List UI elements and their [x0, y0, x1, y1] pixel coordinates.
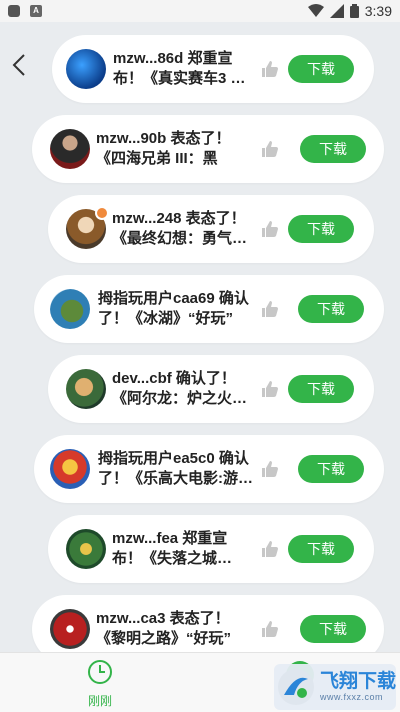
feed-card[interactable]: mzw...248 表态了！《最终幻想：勇气… 下载 — [48, 195, 374, 263]
thumbs-up-icon[interactable] — [260, 59, 280, 79]
wifi-icon — [307, 4, 324, 17]
notification-icon — [8, 5, 20, 17]
watermark: 飞翔下载 www.fxxz.com — [274, 664, 396, 710]
feed-card[interactable]: mzw...ca3 表态了！《黎明之路》“好玩” 下载 — [32, 595, 384, 652]
feed-text: mzw...ca3 表态了！《黎明之路》“好玩” — [96, 610, 232, 647]
download-button[interactable]: 下载 — [288, 55, 354, 83]
game-avatar-real-racing — [66, 49, 106, 89]
tab-recent-label: 刚刚 — [87, 694, 112, 708]
download-button[interactable]: 下载 — [288, 375, 354, 403]
thumbs-up-icon[interactable] — [260, 459, 280, 479]
feed-text: mzw...86d 郑重宣布！《真实赛车3 … — [113, 50, 246, 87]
game-avatar-dawn-road — [50, 609, 90, 649]
download-button[interactable]: 下载 — [288, 535, 354, 563]
feed-text: 拇指玩用户ea5c0 确认了！《乐高大电影:游… — [98, 450, 253, 487]
feed-card[interactable]: mzw...fea 郑重宣布！《失落之城… 下载 — [48, 515, 374, 583]
game-avatar-ice-lakes — [50, 289, 90, 329]
game-avatar-lost-city — [66, 529, 106, 569]
download-button[interactable]: 下载 — [288, 215, 354, 243]
feed-card[interactable]: 拇指玩用户ea5c0 确认了！《乐高大电影:游… 下载 — [34, 435, 384, 503]
watermark-text: 飞翔下载 www.fxxz.com — [320, 671, 397, 703]
signal-icon — [329, 4, 344, 18]
feed-card[interactable]: 拇指玩用户caa69 确认了！《冰湖》“好玩” 下载 — [34, 275, 384, 343]
feed-card[interactable]: dev...cbf 确认了！《阿尔龙：炉之火… 下载 — [48, 355, 374, 423]
feed-text: mzw...fea 郑重宣布！《失落之城… — [112, 530, 233, 567]
tab-recent[interactable]: 刚刚 — [80, 659, 120, 709]
download-button[interactable]: 下载 — [298, 295, 364, 323]
feed-card[interactable]: mzw...90b 表态了！《四海兄弟 III：黑帮… 下载 — [32, 115, 384, 183]
thumbs-up-icon[interactable] — [260, 219, 280, 239]
gift-badge-icon — [95, 206, 109, 220]
app-notification-icon: A — [30, 5, 42, 17]
download-button[interactable]: 下载 — [300, 615, 366, 643]
thumbs-up-icon[interactable] — [260, 299, 280, 319]
game-avatar-aralon — [66, 369, 106, 409]
activity-feed[interactable]: mzw...86d 郑重宣布！《真实赛车3 … 下载 mzw...90b 表态了… — [0, 22, 400, 652]
thumbs-up-icon[interactable] — [260, 379, 280, 399]
feed-text: mzw...90b 表态了！《四海兄弟 III：黑帮… — [96, 130, 231, 167]
download-button[interactable]: 下载 — [298, 455, 364, 483]
download-button[interactable]: 下载 — [300, 135, 366, 163]
watermark-logo-icon — [278, 669, 314, 705]
feed-text: mzw...248 表态了！《最终幻想：勇气… — [112, 210, 248, 247]
feed-text: 拇指玩用户caa69 确认了！《冰湖》“好玩” — [98, 290, 249, 327]
game-avatar-final-fantasy — [66, 206, 109, 249]
thumbs-up-icon[interactable] — [260, 539, 280, 559]
thumbs-up-icon[interactable] — [260, 619, 280, 639]
battery-icon — [349, 4, 359, 18]
feed-card[interactable]: mzw...86d 郑重宣布！《真实赛车3 … 下载 — [52, 35, 374, 103]
game-avatar-lego-movie — [50, 449, 90, 489]
watermark-title: 飞翔下载 — [320, 671, 397, 692]
status-time: 3:39 — [364, 3, 392, 19]
feed-text: dev...cbf 确认了！《阿尔龙：炉之火… — [112, 370, 248, 407]
watermark-url: www.fxxz.com — [320, 692, 384, 702]
clock-icon — [88, 660, 112, 684]
thumbs-up-icon[interactable] — [260, 139, 280, 159]
status-bar: A 3:39 — [0, 0, 400, 22]
game-avatar-mafia — [50, 129, 90, 169]
